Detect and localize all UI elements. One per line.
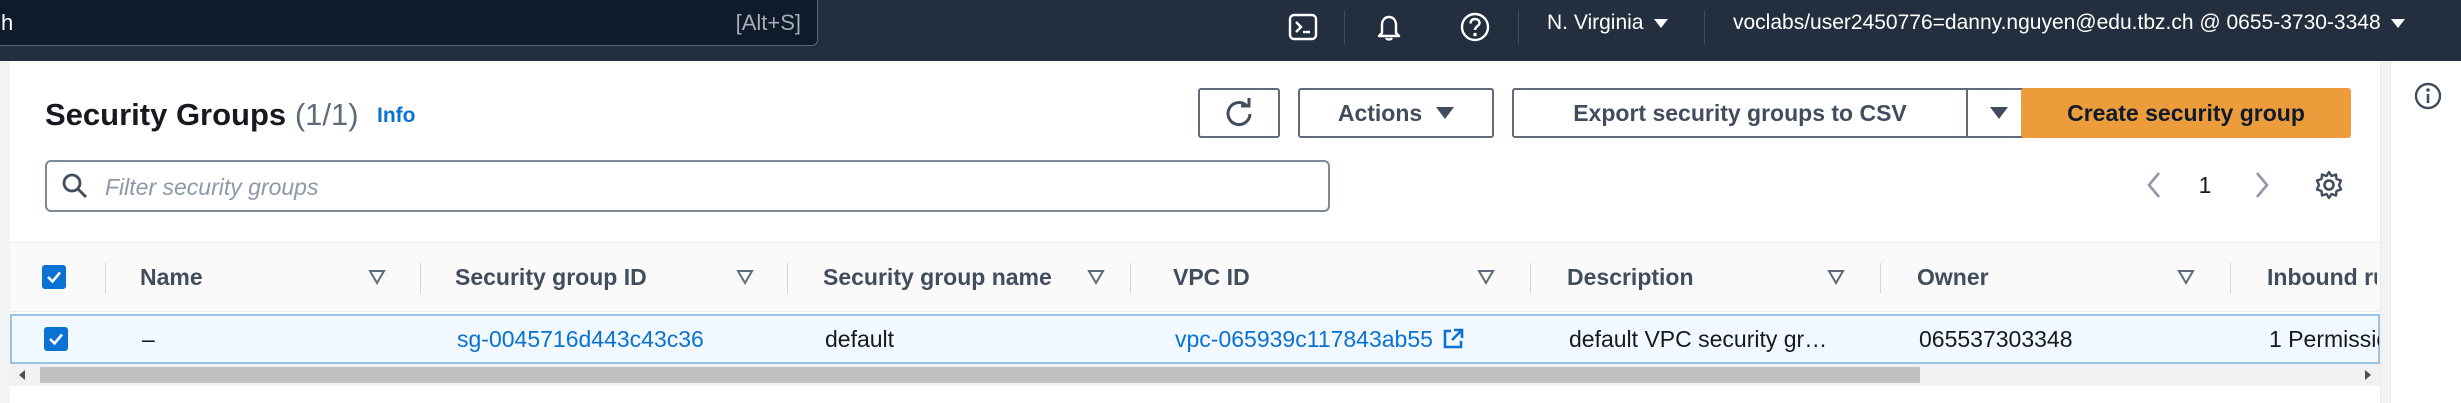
- nav-divider: [1344, 10, 1345, 44]
- help-panel-rail: [2390, 61, 2461, 403]
- region-label: N. Virginia: [1547, 11, 1644, 34]
- sort-icon[interactable]: [368, 268, 386, 286]
- column-header-owner[interactable]: Owner: [1917, 243, 1989, 311]
- next-page-button[interactable]: [2247, 167, 2277, 203]
- export-csv-button[interactable]: Export security groups to CSV: [1512, 88, 1968, 138]
- cloudshell-icon[interactable]: [1287, 11, 1319, 43]
- caret-down-icon: [1653, 18, 1668, 28]
- search-shortcut-hint: [Alt+S]: [735, 10, 801, 35]
- select-all-checkbox[interactable]: [42, 265, 66, 289]
- refresh-icon: [1226, 98, 1252, 127]
- vpc-id-link[interactable]: vpc-065939c117843ab55: [1175, 326, 1433, 353]
- chevron-left-icon: [2147, 172, 2160, 198]
- selection-count: (1/1): [294, 97, 359, 132]
- table-header-row: Name Security group ID Security group na…: [10, 242, 2380, 312]
- account-menu[interactable]: voclabs/user2450776=danny.nguyen@edu.tbz…: [1733, 11, 2405, 35]
- cell-security-group-id-link[interactable]: sg-0045716d443c43c36: [457, 316, 704, 362]
- scroll-right-arrow-icon[interactable]: [2362, 369, 2374, 381]
- global-search-input[interactable]: h [Alt+S]: [0, 0, 818, 46]
- table-row[interactable]: – sg-0045716d443c43c36 default vpc-06593…: [10, 314, 2380, 364]
- export-label: Export security groups to CSV: [1573, 99, 1907, 126]
- column-divider: [1130, 263, 1131, 293]
- nav-divider: [1518, 10, 1519, 44]
- column-header-description[interactable]: Description: [1567, 243, 1694, 311]
- filter-search-field[interactable]: [45, 160, 1330, 212]
- sort-icon[interactable]: [1087, 268, 1105, 286]
- create-security-group-button[interactable]: Create security group: [2021, 88, 2351, 138]
- chevron-right-icon: [2256, 172, 2269, 198]
- table-preferences-button[interactable]: [2311, 167, 2347, 203]
- external-link-icon[interactable]: [1441, 327, 1465, 351]
- cell-name: –: [142, 325, 155, 352]
- caret-down-icon: [2390, 18, 2405, 28]
- account-label: voclabs/user2450776=danny.nguyen@edu.tbz…: [1733, 11, 2381, 34]
- region-selector[interactable]: N. Virginia: [1547, 11, 1668, 35]
- actions-label: Actions: [1337, 99, 1423, 126]
- cell-inbound-rules: 1 Permissio: [2269, 325, 2379, 352]
- cell-security-group-name: default: [825, 325, 895, 352]
- bell-icon[interactable]: [1373, 11, 1405, 43]
- column-header-name[interactable]: Name: [140, 243, 203, 311]
- title-text: Security Groups: [45, 97, 287, 132]
- help-icon[interactable]: [1459, 11, 1491, 43]
- horizontal-scrollbar[interactable]: [10, 364, 2380, 386]
- cell-vpc-id: vpc-065939c117843ab55: [1175, 316, 1465, 362]
- search-input-text: h: [1, 10, 14, 35]
- column-divider: [2230, 263, 2231, 293]
- caret-down-icon: [1436, 107, 1455, 119]
- column-divider: [105, 263, 106, 293]
- previous-page-button[interactable]: [2139, 167, 2169, 203]
- checkmark-icon: [49, 333, 63, 346]
- column-header-vpc-id[interactable]: VPC ID: [1173, 243, 1250, 311]
- search-icon: [62, 173, 87, 198]
- sort-icon[interactable]: [1827, 268, 1845, 286]
- info-panel-icon[interactable]: [2413, 81, 2443, 116]
- info-link[interactable]: Info: [377, 104, 415, 128]
- column-header-inbound-rules[interactable]: Inbound ru: [2267, 243, 2377, 311]
- top-navigation-bar: h [Alt+S] N. Virginia voclabs/user245077…: [0, 0, 2461, 61]
- caret-down-icon: [1990, 107, 2008, 119]
- refresh-button[interactable]: [1198, 88, 1280, 138]
- row-select-checkbox[interactable]: [44, 327, 68, 351]
- sort-icon[interactable]: [2177, 268, 2195, 286]
- sort-icon[interactable]: [736, 268, 754, 286]
- filter-input[interactable]: [103, 170, 1307, 204]
- gear-icon: [2315, 170, 2343, 200]
- actions-dropdown-button[interactable]: Actions: [1298, 88, 1494, 138]
- column-divider: [420, 263, 421, 293]
- security-groups-panel: Security Groups (1/1) Info Actions Expor…: [10, 61, 2381, 403]
- nav-divider: [1704, 10, 1705, 44]
- current-page[interactable]: 1: [2190, 167, 2220, 203]
- page-number: 1: [2198, 171, 2212, 198]
- column-divider: [787, 263, 788, 293]
- sort-icon[interactable]: [1477, 268, 1495, 286]
- page-title: Security Groups (1/1): [45, 97, 359, 133]
- scrollbar-thumb[interactable]: [40, 367, 1920, 383]
- cell-owner: 065537303348: [1919, 325, 2073, 352]
- column-header-security-group-id[interactable]: Security group ID: [455, 243, 647, 311]
- column-divider: [1530, 263, 1531, 293]
- cell-description: default VPC security gr…: [1569, 325, 1828, 352]
- column-header-security-group-name[interactable]: Security group name: [823, 243, 1052, 311]
- create-label: Create security group: [2067, 99, 2305, 126]
- column-divider: [1880, 263, 1881, 293]
- scroll-left-arrow-icon[interactable]: [16, 369, 28, 381]
- checkmark-icon: [47, 271, 61, 284]
